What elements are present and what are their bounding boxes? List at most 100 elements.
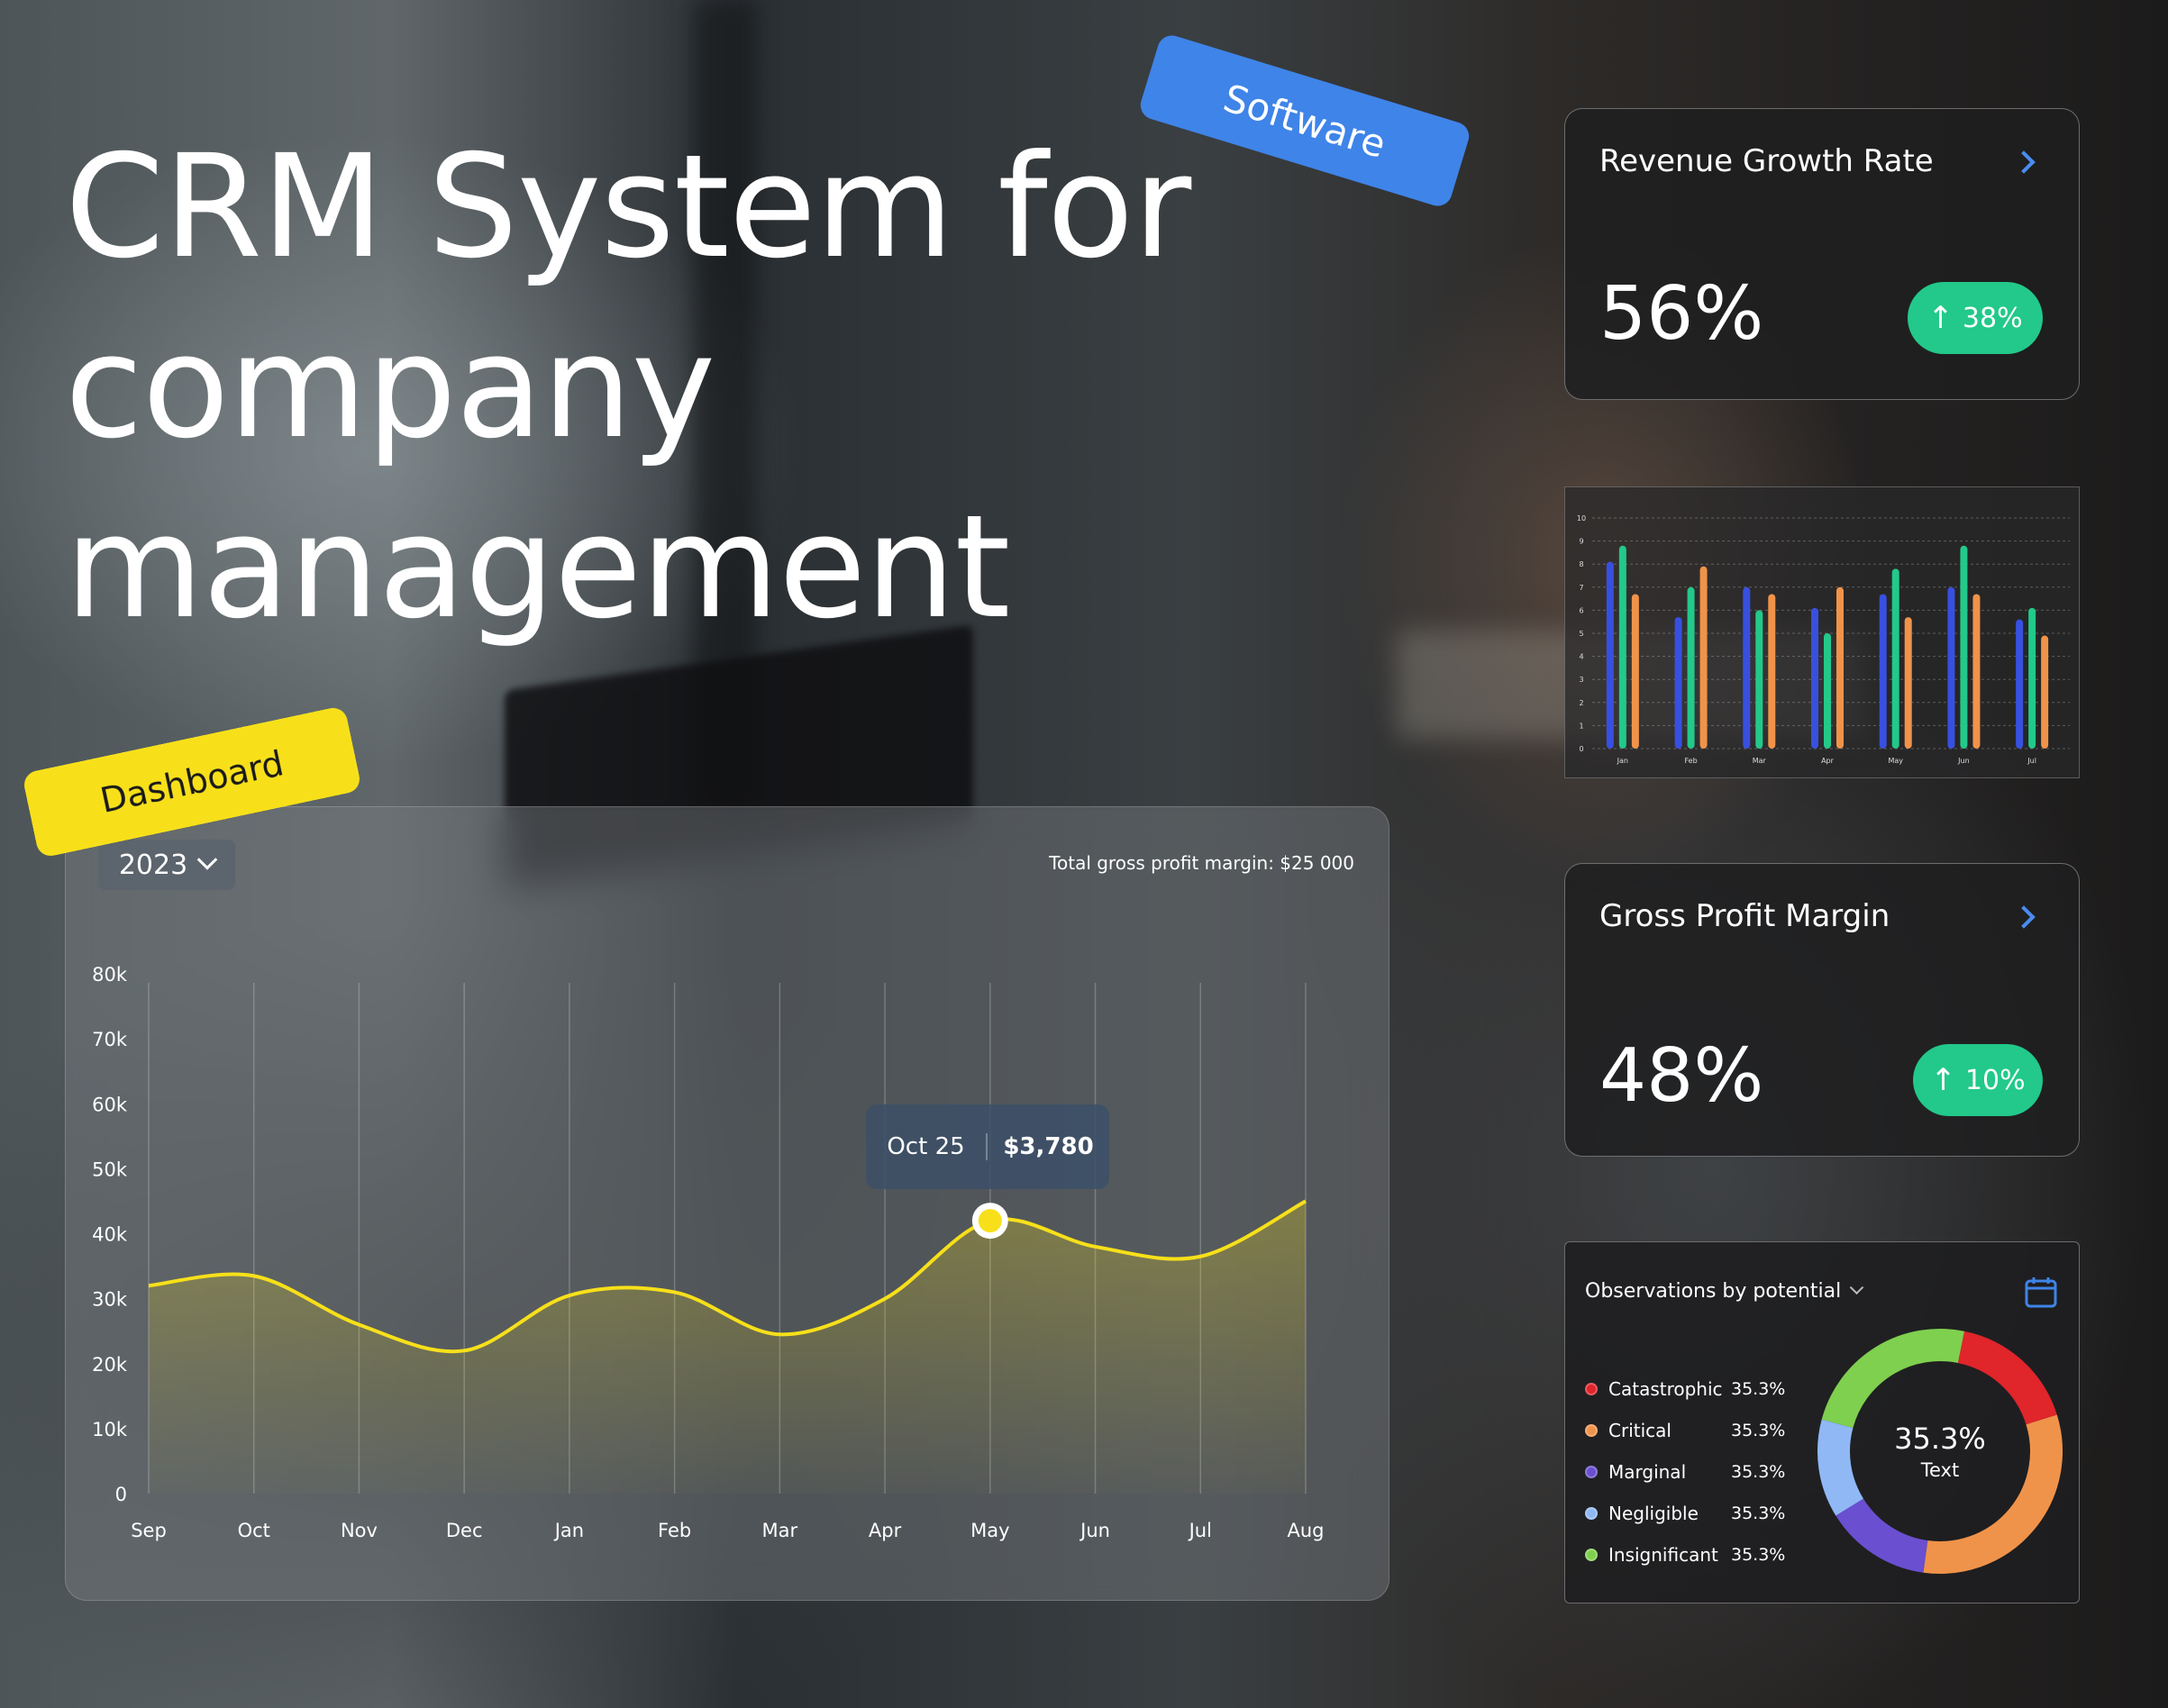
kpi-card-gross-profit-margin[interactable]: Gross Profit Margin 48% ↑ 10% <box>1564 863 2080 1157</box>
gross-profit-chart-panel: Sep Oct Nov Dec Jan Feb Mar Apr May Jun Jul Aug 0 10k… <box>65 806 1389 1601</box>
kpi-title: Revenue Growth Rate <box>1599 143 1934 179</box>
year-dropdown[interactable]: 2023 <box>98 840 235 890</box>
bar <box>1904 617 1912 749</box>
x-tick-label: Nov <box>341 1520 378 1541</box>
legend-item: Negligible 35.3% <box>1585 1493 1785 1534</box>
x-tick-label: Oct <box>238 1520 270 1541</box>
donut-center-label: Text <box>1920 1459 1960 1481</box>
bar <box>1960 545 1968 749</box>
arrow-up-icon: ↑ <box>1927 300 1954 336</box>
bar <box>1811 607 1818 749</box>
x-tick-label: Jun <box>1957 757 1970 765</box>
y-tick-label: 10 <box>1577 514 1586 522</box>
bar <box>1947 586 1955 749</box>
area-fill <box>149 1201 1306 1494</box>
observations-legend: Catastrophic 35.3% Critical 35.3% Marginal 35… <box>1585 1368 1785 1576</box>
x-tick-label: Jan <box>1617 757 1628 765</box>
x-tick-label: Jul <box>2027 757 2036 765</box>
chevron-right-icon[interactable] <box>2012 150 2036 174</box>
bar <box>1879 594 1887 749</box>
kpi-change-badge: ↑ 38% <box>1908 282 2043 354</box>
monthly-bar-chart: 0 1 2 3 4 5 6 7 8 9 10 Jan Feb Mar Apr May Jun Jul <box>1577 514 2070 765</box>
y-tick-label: 70k <box>92 1029 128 1050</box>
bar <box>1631 594 1639 749</box>
arrow-up-icon: ↑ <box>1930 1062 1956 1098</box>
legend-value: 35.3% <box>1731 1545 1786 1565</box>
donut-center-value: 35.3% <box>1894 1422 1986 1456</box>
bar <box>1891 568 1899 749</box>
x-tick-label: Jan <box>553 1520 584 1541</box>
chevron-right-icon[interactable] <box>2012 905 2036 929</box>
x-tick-label: Sep <box>131 1520 167 1541</box>
kpi-title: Gross Profit Margin <box>1599 898 1890 934</box>
y-tick-label: 5 <box>1579 630 1583 638</box>
x-tick-label: Apr <box>869 1520 902 1541</box>
bar <box>1972 594 1981 749</box>
total-gross-profit-label: Total gross profit margin: $25 000 <box>1049 852 1354 874</box>
legend-dot <box>1585 1424 1598 1437</box>
bar <box>1836 586 1844 749</box>
legend-value: 35.3% <box>1731 1504 1786 1523</box>
observations-card: Observations by potential Catastrophic 35… <box>1564 1241 2080 1604</box>
y-tick-label: 60k <box>92 1094 128 1115</box>
bar <box>1755 610 1763 749</box>
headline-title: CRM System for company management <box>65 124 1191 650</box>
y-tick-label: 6 <box>1579 606 1583 614</box>
legend-dot <box>1585 1383 1598 1395</box>
y-tick-label: 9 <box>1579 538 1583 546</box>
highlight-point[interactable] <box>978 1209 1002 1233</box>
bar <box>1743 586 1751 749</box>
x-tick-label: Aug <box>1287 1520 1324 1541</box>
y-tick-label: 10k <box>92 1419 128 1440</box>
legend-label: Critical <box>1608 1420 1672 1441</box>
x-tick-label: Jul <box>1188 1520 1212 1541</box>
bar <box>2028 607 2036 749</box>
bar <box>1674 617 1682 749</box>
observations-title: Observations by potential <box>1585 1280 1842 1303</box>
y-tick-label: 1 <box>1579 722 1583 730</box>
legend-dot <box>1585 1466 1598 1478</box>
bar <box>2016 619 2024 749</box>
bar <box>1606 561 1614 749</box>
year-dropdown-value: 2023 <box>118 849 188 881</box>
donut-center: 35.3% Text <box>1814 1325 2066 1577</box>
observations-dropdown[interactable]: Observations by potential <box>1585 1280 1864 1303</box>
y-tick-label: 3 <box>1579 676 1583 684</box>
y-tick-label: 7 <box>1579 584 1583 592</box>
bar <box>1699 566 1708 749</box>
legend-dot <box>1585 1507 1598 1520</box>
bar <box>1768 594 1776 749</box>
x-tick-label: Dec <box>446 1520 483 1541</box>
gross-profit-chart: Sep Oct Nov Dec Jan Feb Mar Apr May Jun Jul Aug 0 10k… <box>92 964 1324 1541</box>
y-tick-label: 8 <box>1579 560 1583 568</box>
y-tick-label: 30k <box>92 1289 128 1311</box>
bar <box>2041 635 2049 749</box>
legend-value: 35.3% <box>1731 1462 1786 1482</box>
legend-label: Catastrophic <box>1608 1378 1723 1400</box>
legend-label: Marginal <box>1608 1461 1687 1483</box>
calendar-icon[interactable] <box>2023 1275 2059 1311</box>
y-tick-label: 4 <box>1579 653 1583 661</box>
kpi-value: 56% <box>1599 271 1764 357</box>
y-tick-label: 40k <box>92 1224 128 1246</box>
legend-value: 35.3% <box>1731 1379 1786 1399</box>
x-tick-label: Apr <box>1821 757 1835 765</box>
kpi-change-value: 10% <box>1964 1064 2026 1096</box>
y-tick-label: 80k <box>92 964 128 986</box>
chevron-down-icon <box>1849 1280 1864 1295</box>
x-tick-label: Mar <box>1753 757 1767 765</box>
legend-label: Negligible <box>1608 1503 1699 1524</box>
monthly-bar-chart-card: 0 1 2 3 4 5 6 7 8 9 10 Jan Feb Mar Apr May Jun Jul <box>1564 486 2080 778</box>
chevron-down-icon <box>196 849 218 870</box>
kpi-card-revenue-growth[interactable]: Revenue Growth Rate 56% ↑ 38% <box>1564 108 2080 400</box>
bar <box>1687 586 1695 749</box>
y-tick-label: 0 <box>1579 745 1583 753</box>
legend-value: 35.3% <box>1731 1421 1786 1440</box>
legend-item: Marginal 35.3% <box>1585 1451 1785 1493</box>
x-tick-label: Mar <box>762 1520 798 1541</box>
kpi-change-value: 38% <box>1962 302 2023 334</box>
kpi-value: 48% <box>1599 1033 1764 1119</box>
y-tick-label: 50k <box>92 1158 128 1180</box>
tooltip-date: Oct 25 <box>866 1133 988 1160</box>
chart-tooltip: Oct 25 $3,780 <box>866 1104 1109 1189</box>
